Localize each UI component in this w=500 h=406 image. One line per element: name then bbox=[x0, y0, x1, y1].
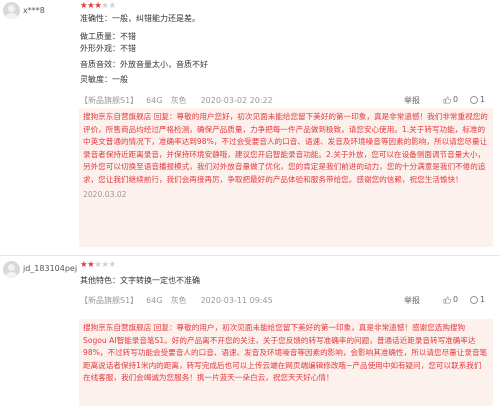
like-count: 0 bbox=[453, 95, 459, 104]
product-name: 【新品旗舰S1】 bbox=[80, 296, 139, 305]
product-info: 【新品旗舰S1】 64G 灰色 2020-03-11 09:45 bbox=[80, 295, 281, 306]
report-link[interactable]: 举报 bbox=[404, 295, 420, 306]
product-color: 灰色 bbox=[170, 296, 187, 305]
star-icon: ★ bbox=[108, 1, 117, 11]
review-attribute: 音质音效：外放音量太小，音质不好 bbox=[80, 60, 208, 69]
review-attribute: 灵敏度：一般 bbox=[80, 75, 128, 84]
like-button[interactable]: 0 bbox=[443, 295, 458, 304]
review-item: x***8 ★★★★★ 准确性：一般，纠错能力还是差。 做工质量：不错 外形外观… bbox=[0, 0, 500, 250]
user-avatar[interactable] bbox=[3, 261, 20, 278]
star-icon: ★ bbox=[101, 260, 109, 270]
comment-bubble-icon bbox=[470, 95, 478, 104]
user-avatar[interactable] bbox=[3, 2, 20, 19]
like-count: 0 bbox=[453, 295, 459, 304]
reply-text: 搜狗京东自营旗舰店 回复：尊敬的用户，初次见面未能给您留下美好的第一印象，真是非… bbox=[83, 323, 488, 383]
review-date: 2020-03-02 20:22 bbox=[200, 96, 273, 105]
report-link[interactable]: 举报 bbox=[404, 95, 420, 106]
comment-button[interactable]: 1 bbox=[470, 95, 485, 104]
star-icon: ★ bbox=[101, 1, 109, 11]
review-attribute: 外形外观：不错 bbox=[80, 44, 136, 53]
product-capacity: 64G bbox=[146, 96, 163, 105]
review-divider bbox=[0, 255, 500, 256]
reply-text: 搜狗京东自营旗舰店 回复：尊敬的用户您好，初次见面未能给您留下美好的第一印象，真… bbox=[83, 112, 488, 184]
like-button[interactable]: 0 bbox=[443, 95, 458, 104]
seller-reply: 搜狗京东自营旗舰店 回复：尊敬的用户，初次见面未能给您留下美好的第一印象，真是非… bbox=[79, 319, 493, 406]
star-rating: ★★★★★ bbox=[80, 1, 116, 11]
comment-count: 1 bbox=[480, 295, 486, 304]
comment-count: 1 bbox=[480, 95, 486, 104]
review-item: jd_183104pej ★★★★★ 其他特色：文字转换一定也不准确 【新品旗舰… bbox=[0, 258, 500, 406]
review-attribute: 准确性：一般，纠错能力还是差。 bbox=[80, 14, 200, 23]
star-rating: ★★★★★ bbox=[80, 260, 116, 270]
seller-reply: 搜狗京东自营旗舰店 回复：尊敬的用户您好，初次见面未能给您留下美好的第一印象，真… bbox=[79, 108, 493, 247]
review-username: x***8 bbox=[23, 6, 45, 15]
review-date: 2020-03-11 09:45 bbox=[200, 296, 273, 305]
product-color: 灰色 bbox=[170, 96, 187, 105]
review-attribute: 其他特色：文字转换一定也不准确 bbox=[80, 276, 200, 285]
star-icon: ★ bbox=[108, 260, 117, 270]
product-info: 【新品旗舰S1】 64G 灰色 2020-03-02 20:22 bbox=[80, 95, 281, 106]
review-username: jd_183104pej bbox=[23, 264, 78, 273]
product-capacity: 64G bbox=[146, 296, 163, 305]
reply-date: 2020.03.02 bbox=[83, 189, 127, 199]
thumbs-up-icon bbox=[443, 95, 451, 104]
comment-button[interactable]: 1 bbox=[470, 295, 485, 304]
review-attribute: 做工质量：不错 bbox=[80, 32, 136, 41]
product-name: 【新品旗舰S1】 bbox=[80, 96, 139, 105]
comment-bubble-icon bbox=[470, 295, 478, 304]
thumbs-up-icon bbox=[443, 295, 451, 304]
